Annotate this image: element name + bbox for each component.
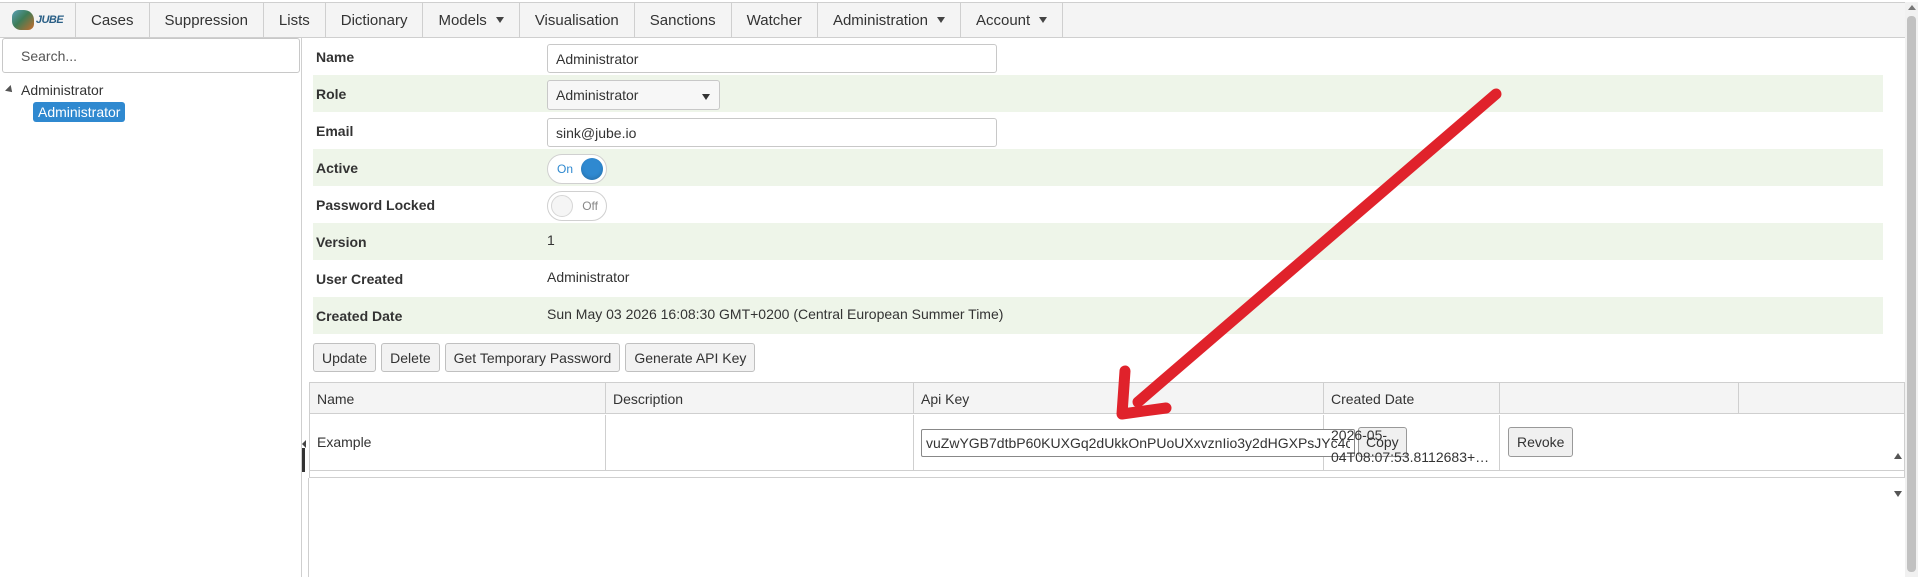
caret-down-icon <box>936 17 945 23</box>
cell-description <box>606 415 914 471</box>
toggle-knob <box>551 195 573 217</box>
created-date-row: Created Date Sun May 03 2026 16:08:30 GM… <box>313 297 1883 334</box>
nav-cases[interactable]: Cases <box>76 3 150 37</box>
scroll-up-icon[interactable] <box>1894 453 1902 459</box>
api-key-field[interactable] <box>921 429 1355 457</box>
scroll-up-icon[interactable] <box>1908 5 1916 10</box>
active-label: Active <box>316 160 359 176</box>
nav-label: Suppression <box>164 11 248 29</box>
cell-api-key: Copy <box>914 415 1407 471</box>
role-select[interactable]: Administrator <box>547 80 720 110</box>
name-label: Name <box>316 49 355 65</box>
page-scrollbar[interactable] <box>1905 2 1918 577</box>
tree-node-role[interactable]: Administrator <box>5 82 104 98</box>
tree-node-selected-user[interactable]: Administrator <box>33 102 126 122</box>
role-select-value: Administrator <box>556 87 639 103</box>
active-row: Active On <box>313 149 1883 186</box>
created-date-label: Created Date <box>316 308 403 324</box>
created-date-line: 2026-05- <box>1331 427 1388 443</box>
column-header-api-key[interactable]: Api Key <box>914 383 1324 414</box>
caret-down-icon <box>1039 17 1048 23</box>
version-row: Version 1 <box>313 223 1883 260</box>
nav-models[interactable]: Models <box>423 3 520 37</box>
column-header-actions <box>1500 383 1739 414</box>
delete-button[interactable]: Delete <box>381 343 440 372</box>
user-created-label: User Created <box>316 271 404 287</box>
logo-icon <box>11 10 34 30</box>
email-row: Email <box>313 112 1883 149</box>
toggle-state-text: Off <box>582 199 598 213</box>
caret-down-icon <box>495 17 504 23</box>
password-locked-label: Password Locked <box>316 197 436 213</box>
logo-text: JUBE <box>35 14 64 26</box>
generate-api-key-button[interactable]: Generate API Key <box>625 343 756 372</box>
user-form: Name Role Administrator Email Active On … <box>313 38 1883 334</box>
nav-administration[interactable]: Administration <box>818 3 961 37</box>
password-locked-row: Password Locked Off <box>313 186 1883 223</box>
nav-suppression[interactable]: Suppression <box>150 3 264 37</box>
nav-dictionary[interactable]: Dictionary <box>326 3 424 37</box>
nav-label: Models <box>438 11 487 29</box>
cell-created-date: 2026-05- 04T08:07:53.8112683+… <box>1324 415 1500 471</box>
content-border <box>308 478 309 577</box>
nav-label: Lists <box>278 11 310 29</box>
update-button[interactable]: Update <box>313 343 377 372</box>
user-created-row: User Created Administrator <box>313 260 1883 297</box>
column-header-description[interactable]: Description <box>606 383 914 414</box>
nav-visualisation[interactable]: Visualisation <box>520 3 635 37</box>
password-locked-toggle[interactable]: Off <box>547 191 607 221</box>
role-label: Role <box>316 86 347 102</box>
toggle-knob <box>581 158 603 180</box>
chevron-down-icon <box>702 94 710 100</box>
created-date-line: 04T08:07:53.8112683+… <box>1331 449 1490 465</box>
scrollbar-thumb[interactable] <box>1907 16 1916 572</box>
active-toggle[interactable]: On <box>547 154 607 184</box>
user-tree-panel: Administrator Administrator <box>0 38 302 577</box>
collapse-arrow-icon[interactable] <box>302 440 306 448</box>
email-field[interactable] <box>547 118 997 147</box>
nav-label: Account <box>975 11 1031 29</box>
cell-name: Example <box>310 415 606 471</box>
top-navbar: JUBE Cases Suppression Lists Dictionary … <box>0 2 1918 38</box>
nav-account[interactable]: Account <box>961 3 1064 37</box>
tree-expand-icon[interactable] <box>5 85 15 95</box>
created-date-value: Sun May 03 2026 16:08:30 GMT+0200 (Centr… <box>547 306 1004 322</box>
get-temporary-password-button[interactable]: Get Temporary Password <box>444 343 621 372</box>
nav-label: Cases <box>91 11 134 29</box>
version-label: Version <box>316 234 367 250</box>
jube-logo[interactable]: JUBE <box>0 3 76 37</box>
nav-sanctions[interactable]: Sanctions <box>635 3 732 37</box>
version-value: 1 <box>547 232 555 248</box>
nav-label: Sanctions <box>649 11 716 29</box>
revoke-button[interactable]: Revoke <box>1508 427 1574 457</box>
name-field[interactable] <box>547 44 997 73</box>
column-header-name[interactable]: Name <box>310 383 606 414</box>
nav-watcher[interactable]: Watcher <box>732 3 818 37</box>
nav-label: Dictionary <box>340 11 408 29</box>
email-label: Email <box>316 123 354 139</box>
role-row: Role Administrator <box>313 75 1883 112</box>
name-row: Name <box>313 38 1883 75</box>
nav-label: Watcher <box>746 11 802 29</box>
table-row: Example Copy 2026-05- 04T08:07:53.811268… <box>310 415 1904 497</box>
table-scrollbar[interactable] <box>1890 447 1904 503</box>
toggle-state-text: On <box>557 162 574 176</box>
panel-splitter[interactable] <box>302 448 305 472</box>
search-input[interactable] <box>2 38 300 73</box>
column-header-created-date[interactable]: Created Date <box>1324 383 1500 414</box>
cell-actions: Revoke <box>1500 415 1739 471</box>
scroll-down-icon[interactable] <box>1894 491 1902 497</box>
user-created-value: Administrator <box>547 269 630 285</box>
api-keys-table: Name Description Api Key Created Date Ex… <box>309 382 1905 497</box>
tree-node-label: Administrator <box>21 82 104 98</box>
nav-lists[interactable]: Lists <box>264 3 326 37</box>
nav-label: Visualisation <box>534 11 619 29</box>
logo-mark: JUBE <box>11 10 64 30</box>
action-buttons: Update Delete Get Temporary Password Gen… <box>313 343 756 372</box>
table-header: Name Description Api Key Created Date <box>310 383 1904 414</box>
nav-label: Administration <box>832 11 928 29</box>
created-date-text: 2026-05- 04T08:07:53.8112683+… <box>1324 415 1499 468</box>
